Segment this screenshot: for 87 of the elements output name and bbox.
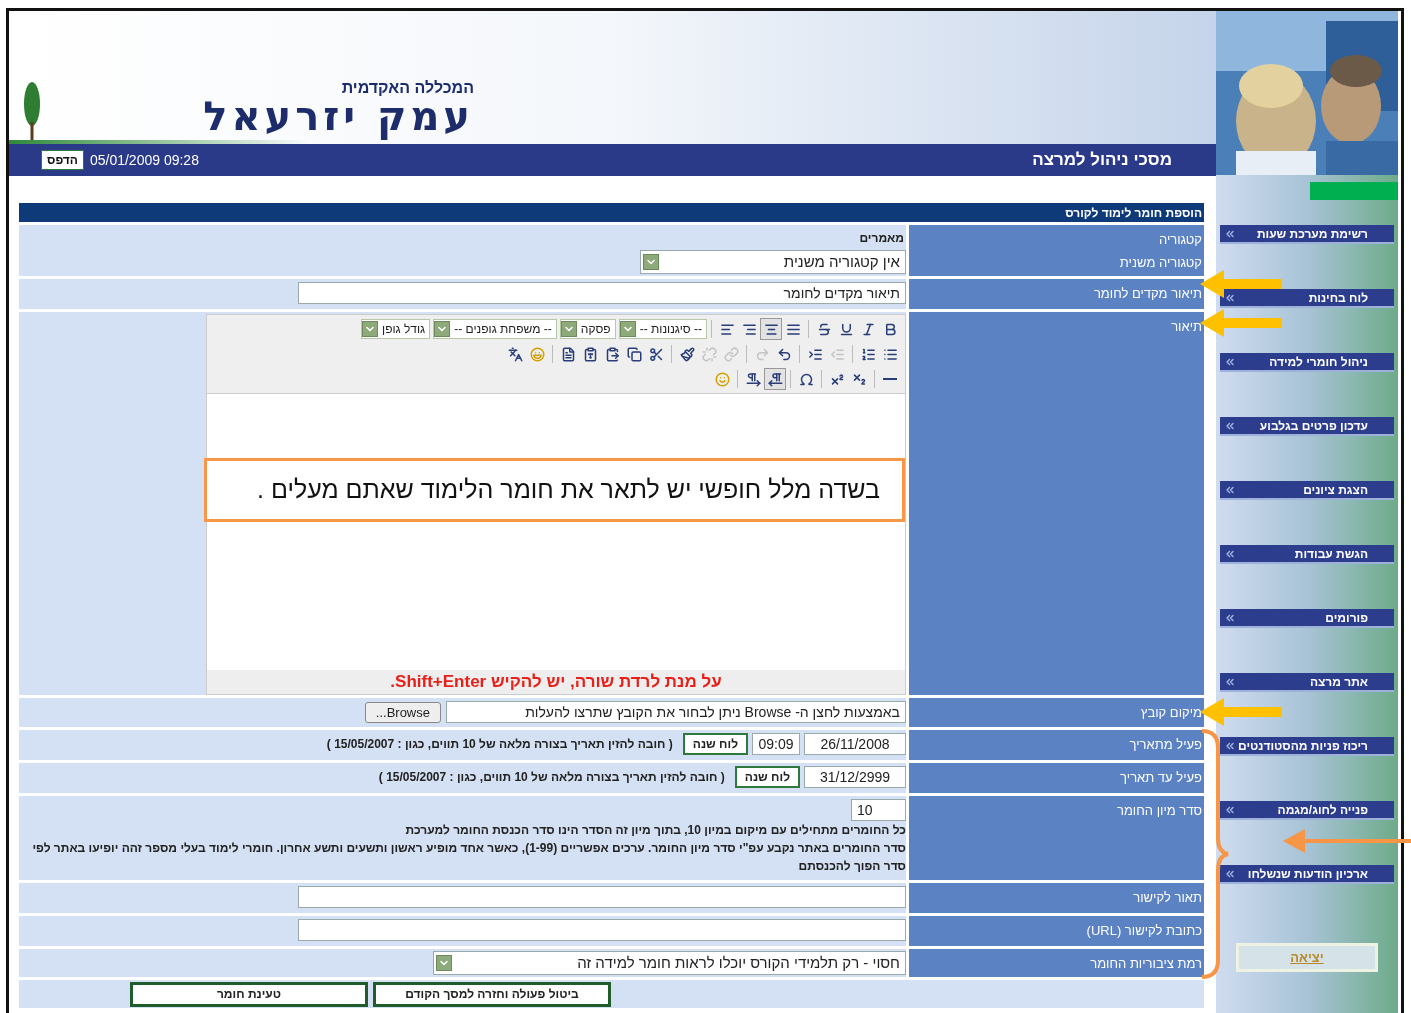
scissors-icon [648,346,664,362]
pilcrow-right-icon [745,371,761,387]
date-time: 05/01/2009 09:28 [89,150,199,170]
align-left-icon [719,321,735,337]
align-center-icon [763,321,779,337]
toolbar-dropdown[interactable]: -- משפחת גופנים -- [433,319,557,339]
sort-order-note: סדר החומרים באתר נקבע עפ"י סדר מיון החומר. ערכים אפשריים (1-99), כאשר אחד מופיע ראשון ותשעים ותשע אחרון. חומרי לימוד בעלי מספר זהה יופיעו באתר לפי סדר הפוך להכנסתם [31,840,906,875]
field-label: קטגוריה משנית [1119,255,1202,270]
sidebar-menu-item[interactable]: הגשת עבודות [1220,545,1394,564]
input-field[interactable] [298,919,906,941]
toolbar-dropdown[interactable]: גודל גופן [361,319,431,339]
subscript-icon [851,371,867,387]
calendar-button[interactable]: לוח שנה [734,766,800,788]
date-format-note: ( חובה להזין תאריך בצורה מלאה של 10 תווים, כגון : 15/05/2007 ) [378,769,725,786]
redo-icon [754,346,770,362]
form-button[interactable]: טעינת חומר [130,981,368,1007]
sort-order-field[interactable]: 10 [851,799,906,821]
line-break-hint: על מנת לרדת שורה, יש להקיש Shift+Enter. [390,671,722,694]
sidebar-menu-item[interactable]: הצגת ציונים [1220,481,1394,500]
paste-text-icon [582,346,598,362]
smiley-icon [714,371,730,387]
sidebar-menu-item[interactable]: פנייה לחוג/מגמה [1220,801,1394,820]
form-button[interactable]: ביטול פעולה וחזרה למסך הקודם [373,981,611,1007]
field-label: מיקום קובץ [1140,705,1202,720]
college-subtitle: המכללה האקדמית [341,80,474,96]
pilcrow-left-button[interactable] [764,368,786,390]
sidebar-menu-item[interactable]: עדכון פרטים בגלבוע [1220,417,1394,436]
print-button[interactable]: הדפס [41,150,84,170]
field-label: קטגוריה [1158,232,1202,247]
sidebar-menu-item[interactable]: לוח בחינות [1220,289,1394,308]
pilcrow-left-icon [767,371,783,387]
date-field[interactable]: 26/11/2008 [804,733,906,755]
field-label: תאור לקישור [1133,890,1202,905]
select-field[interactable]: חסוי - רק תלמידי הקורס יוכלו לראות חומר למידה זה [433,951,906,975]
input-field[interactable]: באמצעות לחצן ה- Browse ניתן לבחור את הקובץ שתרצו להעלות [446,701,906,723]
tree-logo-icon [21,82,43,140]
field-label: פעיל עד תאריך [1120,770,1202,785]
paste-icon [604,346,620,362]
sidebar-menu-item[interactable]: ניהול חומרי למידה [1220,353,1394,372]
undo-icon [776,346,792,362]
numbered-list-icon [860,346,876,362]
align-center-button[interactable] [760,318,782,340]
field-label: כתובת לקישור (URL) [1086,923,1202,938]
form-title: הוספת חומר לימוד לקורס [1065,204,1202,222]
field-label: תיאור [1171,319,1202,334]
italic-icon [860,321,876,337]
browse-button[interactable]: Browse... [364,701,441,723]
field-label: רמת ציבוריות החומר [1090,956,1202,971]
date-format-note: ( חובה להזין תאריך בצורה מלאה של 10 תווים, כגון : 15/05/2007 ) [326,736,673,753]
laughing-face-icon [529,346,545,362]
callout-text: בשדה מלל חופשי יש לתאר את חומר הלימוד שאתם מעלים . [204,458,905,522]
superscript-icon [829,371,845,387]
languages-icon [507,346,523,362]
link-icon [723,346,739,362]
brush-icon [679,346,695,362]
outdent-icon [829,346,845,362]
strikethrough-icon [816,321,832,337]
rich-text-editor[interactable]: -- סיגנונות -- פסקה -- משפחת גופנים -- גודל גופן בשדה מלל חופשי יש לתאר את חומר הלימוד שאתם מעלים . על מנת לרדת שורה, יש להקיש Shift+Enter. [206,314,906,695]
field-label: תיאור מקדים לחומר [1093,286,1202,301]
sidebar-menu-item[interactable]: אתר מרצה [1220,673,1394,692]
date-field[interactable]: 31/12/2999 [804,766,906,788]
sidebar-menu-item[interactable]: ריכוז פניות מהסטודנטים [1220,737,1394,756]
calendar-button[interactable]: לוח שנה [682,733,748,755]
bullet-list-icon [882,346,898,362]
omega-icon [798,371,814,387]
horizontal-rule-icon [883,378,897,380]
select-field[interactable]: אין קטגוריה משנית [639,250,906,274]
input-field[interactable] [298,886,906,908]
screen-title: מסכי ניהול למרצה [1032,149,1172,172]
underline-icon [838,321,854,337]
sidebar-menu-item[interactable]: פורומים [1220,609,1394,628]
time-field[interactable]: 09:09 [752,733,800,755]
copy-icon [626,346,642,362]
indent-icon [807,346,823,362]
toolbar-dropdown[interactable]: -- סיגנונות -- [618,319,707,339]
sidebar-menu-item[interactable]: ארכיון הודעות שנשלחו [1220,865,1394,884]
field-label: פעיל מתאריך [1129,737,1202,752]
field-label: סדר מיון החומר [1117,803,1202,818]
unlink-icon [701,346,717,362]
input-field[interactable]: תיאור מקדים לחומר [298,282,906,304]
align-right-icon [741,321,757,337]
sort-order-note: כל החומרים מתחילים עם מיקום במיון 10, בתוך מיון זה הסדר הינו סדר הכנסת החומר למערכת [404,822,906,839]
category-value: מאמרים [859,231,905,245]
document-icon [560,346,576,362]
toolbar-dropdown[interactable]: פסקה [559,319,616,339]
sidebar-menu-item[interactable]: רשימת מערכת שעות [1220,225,1394,244]
align-justify-icon [785,321,801,337]
